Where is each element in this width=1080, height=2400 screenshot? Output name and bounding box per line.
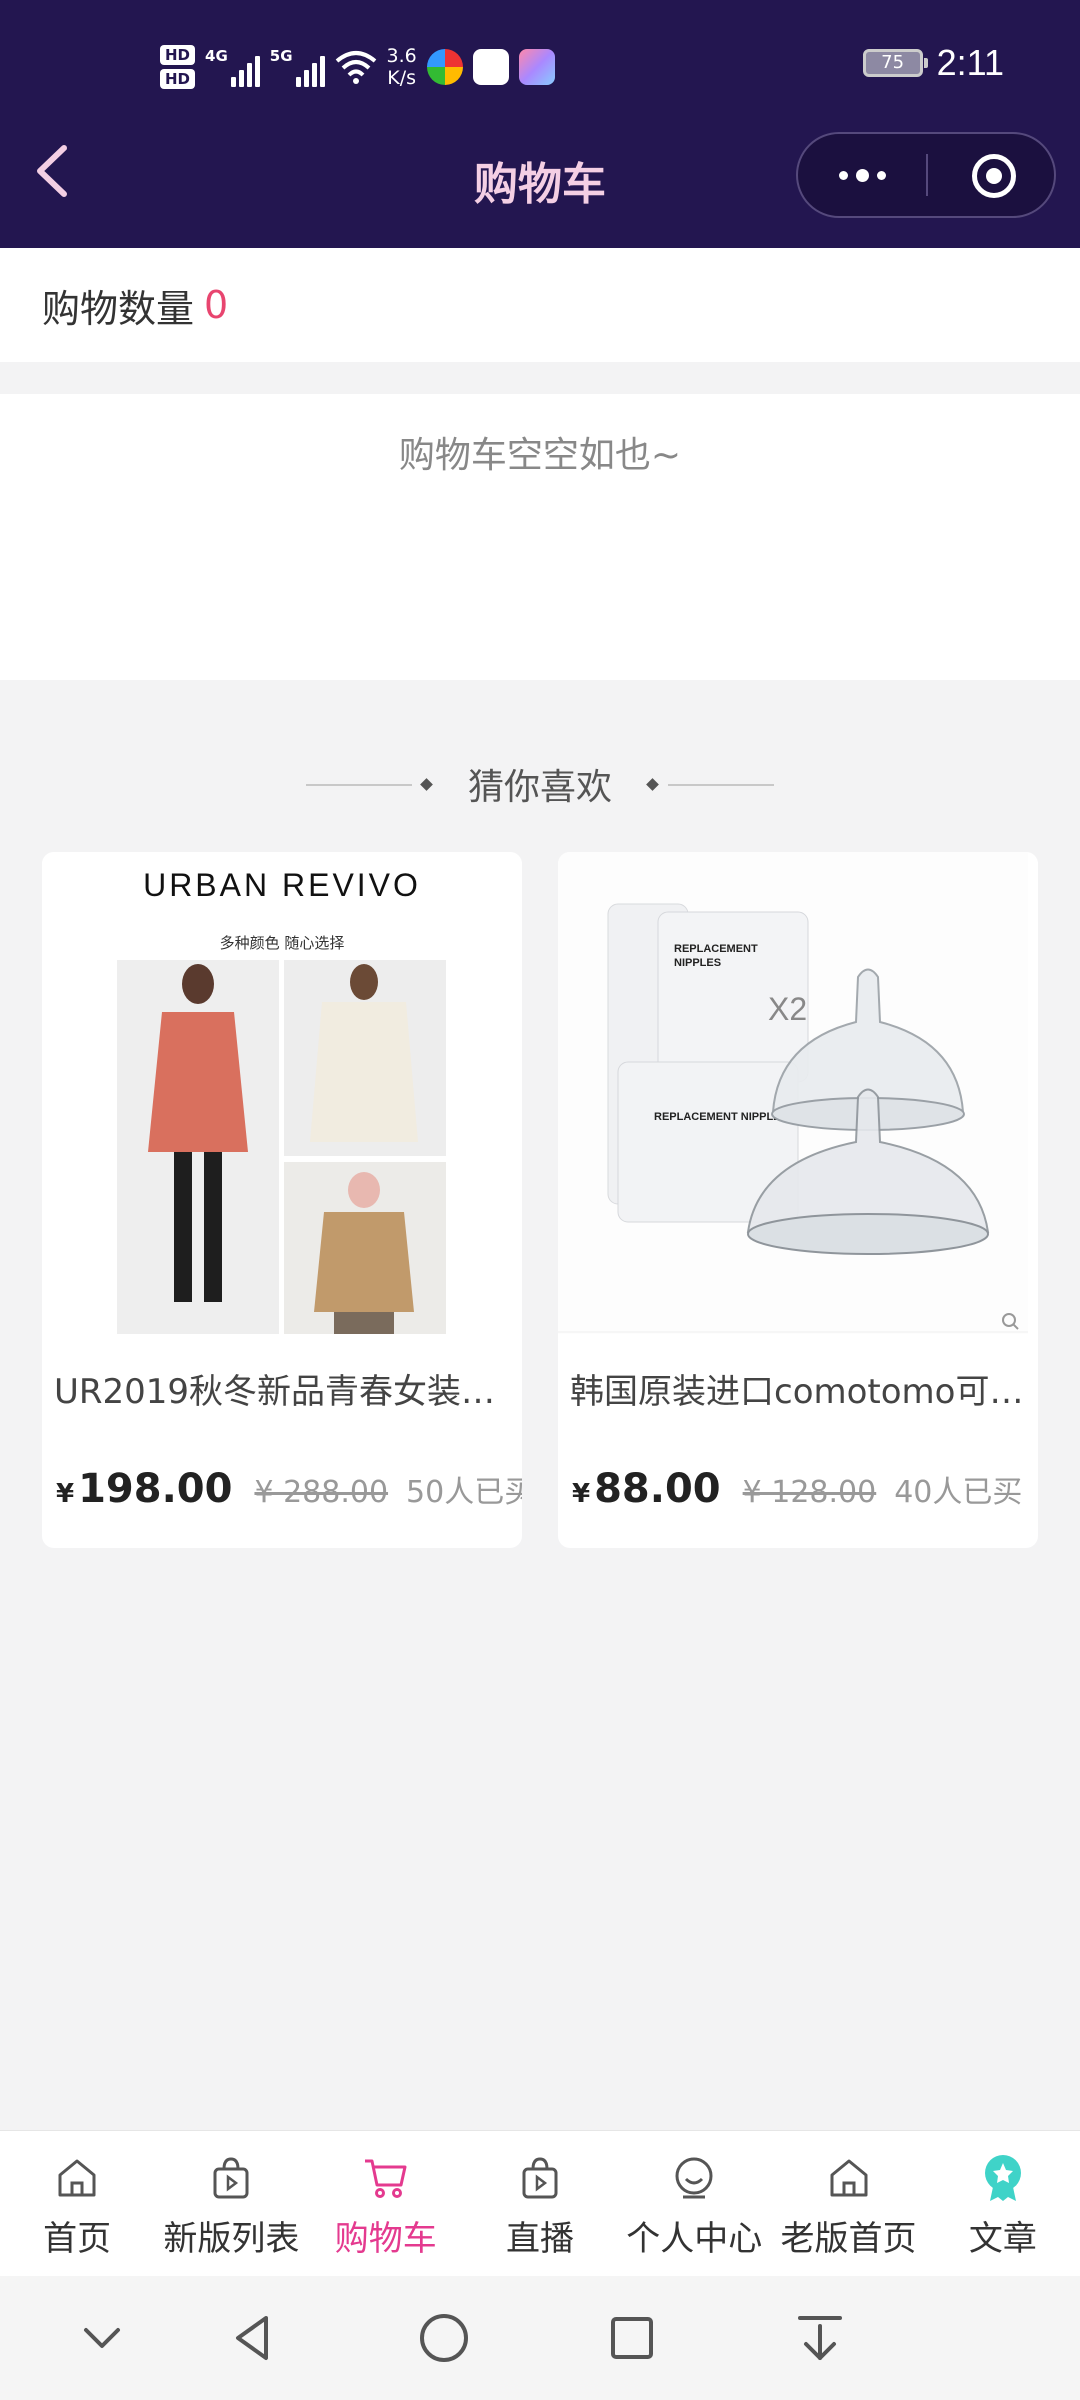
svg-text:REPLACEMENT: REPLACEMENT <box>674 943 758 955</box>
bag-play-icon <box>522 2157 558 2199</box>
product-name: 韩国原装进口comotomo可… <box>570 1372 1024 1412</box>
hd-indicators: HD HD <box>160 45 196 89</box>
badge-star-icon <box>984 2155 1021 2201</box>
tab-label: 购物车 <box>334 2219 437 2259</box>
tab-cart[interactable]: 购物车 <box>309 2131 463 2276</box>
tab-label: 新版列表 <box>163 2219 300 2259</box>
wifi-icon <box>335 51 376 84</box>
speed-unit: K/s <box>387 67 416 89</box>
tab-label: 老版首页 <box>780 2219 917 2259</box>
home-icon <box>58 2159 96 2197</box>
product-price: 198.00 <box>78 1466 233 1512</box>
brand-text: URBAN REVIVO <box>143 867 421 903</box>
speed-value: 3.6 <box>386 45 417 67</box>
weibo-icon <box>472 49 509 85</box>
cart-count-value: 0 <box>204 283 229 327</box>
tab-live[interactable]: 直播 <box>463 2131 617 2276</box>
caption-text: 多种颜色 随心选择 <box>220 934 345 952</box>
product-image-nipples[interactable]: REPLACEMENT NIPPLES X2 REPLACEMENT NIPPL… <box>558 852 1038 1334</box>
battery-icon: 75 <box>862 49 928 77</box>
cart-count-bar: 购物数量 0 <box>0 248 1080 362</box>
app-notify-icon <box>426 49 463 85</box>
more-menu-button[interactable] <box>798 134 926 216</box>
hd2-badge: HD <box>160 69 196 89</box>
product-card[interactable]: REPLACEMENT NIPPLES X2 REPLACEMENT NIPPL… <box>558 852 1038 1548</box>
net1-label: 4G <box>205 47 228 65</box>
notification-pull-icon[interactable] <box>788 2306 852 2370</box>
recommend-title: 猜你喜欢 <box>467 767 612 808</box>
close-target-icon[interactable] <box>972 154 1016 198</box>
tab-old-home[interactable]: 老版首页 <box>771 2131 925 2276</box>
currency-symbol: ¥ <box>572 1479 591 1509</box>
gallery-icon <box>518 49 555 85</box>
product-price: 88.00 <box>594 1466 721 1512</box>
empty-cart-text: 购物车空空如也~ <box>398 435 682 476</box>
recents-square-icon[interactable] <box>600 2306 664 2370</box>
currency-symbol: ¥ <box>56 1479 75 1509</box>
product-image-jackets[interactable]: URBAN REVIVO 多种颜色 随心选择 <box>42 852 522 1334</box>
badge-x2: X2 <box>768 991 807 1027</box>
sold-count: 50人已买 <box>406 1475 522 1510</box>
price-row: ¥ 88.00 ¥ 128.00 40人已买 <box>572 1466 1032 1512</box>
bag-play-icon <box>213 2157 249 2199</box>
cart-icon <box>364 2159 407 2198</box>
signal-4g-icon: 4G <box>205 47 260 87</box>
net-speed: 3.6 K/s <box>387 45 417 89</box>
back-triangle-icon[interactable] <box>222 2306 286 2370</box>
status-right: 75 2:11 <box>862 42 1004 84</box>
home-circle-icon[interactable] <box>412 2306 476 2370</box>
price-row: ¥ 198.00 ¥ 288.00 50人已买 <box>56 1466 522 1512</box>
recommend-header: 猜你喜欢 <box>0 760 1080 816</box>
miniprogram-capsule <box>796 132 1056 218</box>
tab-label: 首页 <box>43 2219 112 2259</box>
status-left: HD HD 4G 5G 3.6 K/s <box>160 34 555 100</box>
tab-articles[interactable]: 文章 <box>926 2131 1080 2276</box>
tab-label: 个人中心 <box>626 2219 763 2259</box>
face-icon <box>675 2157 713 2199</box>
status-bar: HD HD 4G 5G 3.6 K/s 75 2:11 <box>0 0 1080 130</box>
tab-label: 文章 <box>968 2219 1037 2259</box>
product-card[interactable]: URBAN REVIVO 多种颜色 随心选择 UR2019秋冬新品青春女装时… … <box>42 852 522 1548</box>
tab-home[interactable]: 首页 <box>0 2131 154 2276</box>
svg-text:NIPPLES: NIPPLES <box>674 957 721 969</box>
tab-label: 直播 <box>505 2219 574 2259</box>
divider-line-right <box>668 784 774 786</box>
top-bar: HD HD 4G 5G 3.6 K/s 75 2:11 购物车 <box>0 0 1080 248</box>
net2-label: 5G <box>269 47 293 65</box>
package-text: REPLACEMENT NIPPLES <box>654 1111 788 1123</box>
original-price: ¥ 128.00 <box>742 1475 877 1510</box>
home-icon <box>830 2159 868 2197</box>
tab-new-list[interactable]: 新版列表 <box>154 2131 308 2276</box>
tab-profile[interactable]: 个人中心 <box>617 2131 771 2276</box>
bottom-tab-bar: 首页 新版列表 购物车 直播 个人中心 老版首页 文章 <box>0 2130 1080 2276</box>
sold-count: 40人已买 <box>894 1475 1023 1510</box>
system-nav-bar <box>0 2276 1080 2400</box>
capsule-divider <box>926 154 928 196</box>
product-name: UR2019秋冬新品青春女装时… <box>54 1372 510 1412</box>
signal-5g-icon: 5G <box>270 47 325 87</box>
cart-count-label: 购物数量 <box>42 286 195 331</box>
original-price: ¥ 288.00 <box>254 1475 389 1510</box>
chevron-down-icon[interactable] <box>70 2306 134 2370</box>
clock: 2:11 <box>936 42 1004 83</box>
hd1-badge: HD <box>160 45 196 65</box>
